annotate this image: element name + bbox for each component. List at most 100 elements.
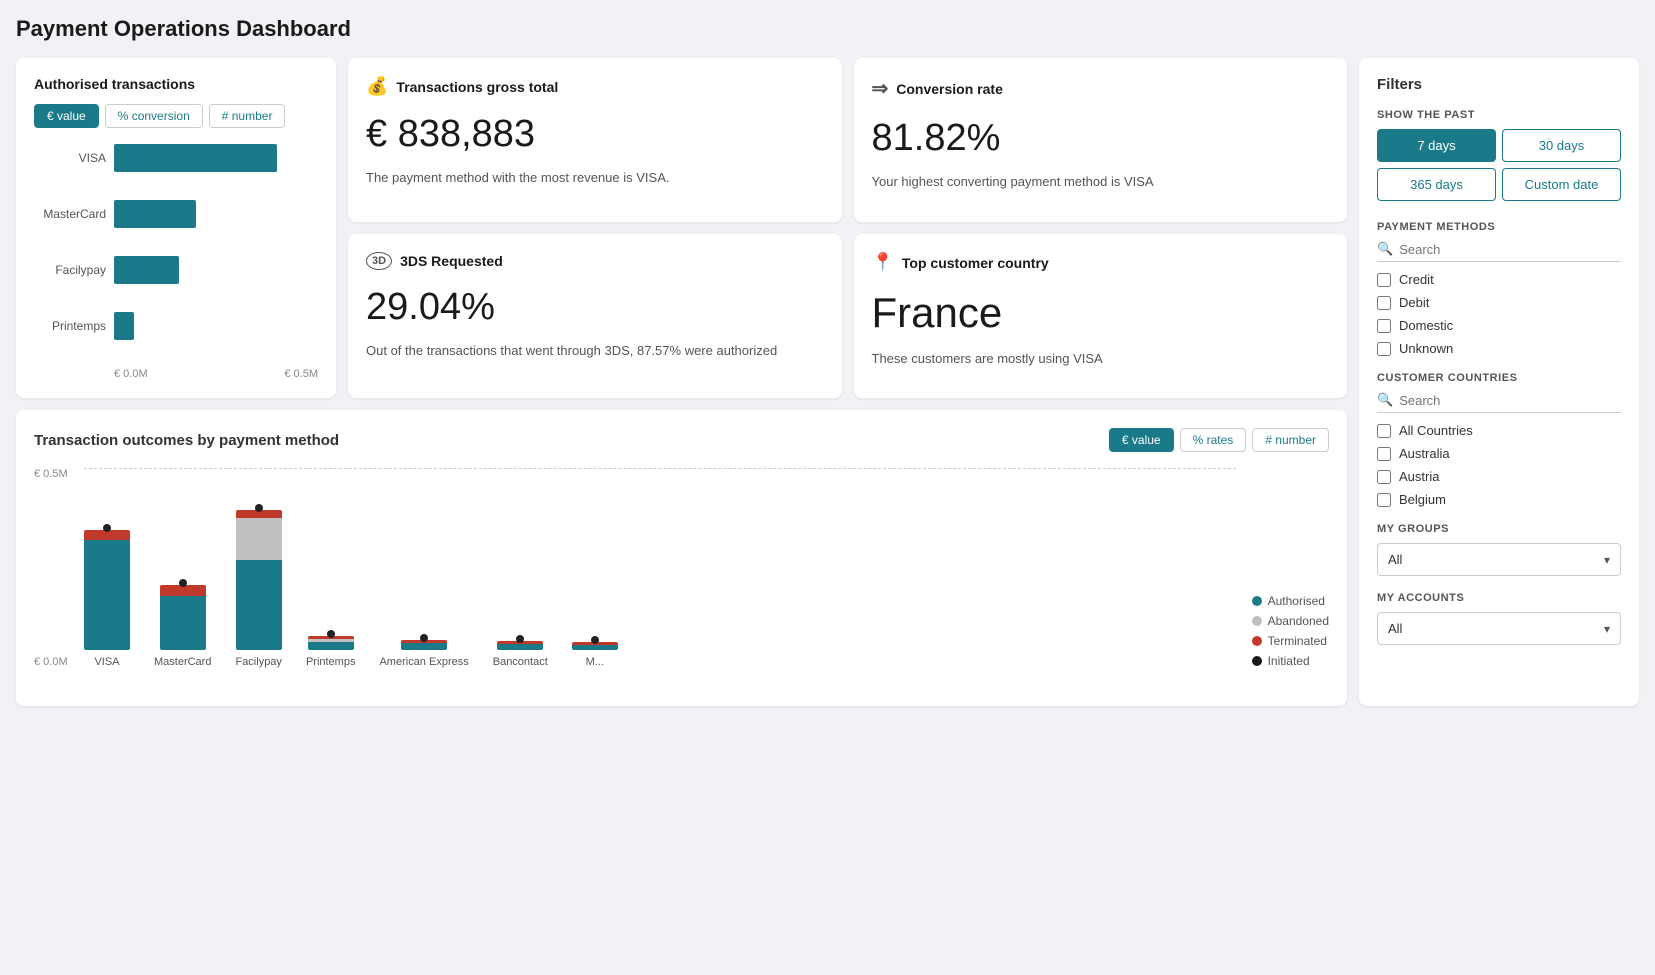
payment-methods-label: PAYMENT METHODS: [1377, 221, 1621, 233]
legend-dot-initiated: [1252, 656, 1262, 666]
country-option-australia[interactable]: Australia: [1377, 446, 1621, 461]
bar-track: [114, 312, 318, 340]
outcomes-card: Transaction outcomes by payment method €…: [16, 410, 1347, 706]
checkbox-debit[interactable]: [1377, 296, 1391, 310]
payment-search-input[interactable]: [1399, 242, 1621, 257]
payment-option-debit[interactable]: Debit: [1377, 295, 1621, 310]
country-search-icon: 🔍: [1377, 392, 1393, 408]
bar-axis: € 0.0M € 0.5M: [34, 368, 318, 380]
seg-authorized: [572, 645, 618, 650]
payment-option-credit[interactable]: Credit: [1377, 272, 1621, 287]
arrow-icon: ⇒: [872, 76, 889, 101]
bar-label: Facilypay: [34, 263, 106, 277]
chart-xlabel-bancontact: Bancontact: [493, 656, 548, 668]
chart-xlabel-mastercard: MasterCard: [154, 656, 211, 668]
chart-xlabel-amex: American Express: [379, 656, 468, 668]
country-option-belgium[interactable]: Belgium: [1377, 492, 1621, 507]
gross-description: The payment method with the most revenue…: [366, 168, 824, 188]
axis-max: € 0.5M: [284, 368, 318, 380]
chart-group-printemps: Printemps: [306, 636, 356, 668]
checkbox-australia[interactable]: [1377, 447, 1391, 461]
auth-toggle-conversion[interactable]: % conversion: [105, 104, 203, 128]
my-groups-label: MY GROUPS: [1377, 523, 1621, 535]
checkbox-domestic[interactable]: [1377, 319, 1391, 333]
outcomes-toggle-rates[interactable]: % rates: [1180, 428, 1247, 452]
bar-fill: [114, 200, 196, 228]
outcomes-toggle-value[interactable]: € value: [1109, 428, 1174, 452]
country-search-input[interactable]: [1399, 393, 1621, 408]
conversion-card-title: ⇒ Conversion rate: [872, 76, 1330, 101]
outcomes-toggle-number[interactable]: # number: [1252, 428, 1329, 452]
payment-option-domestic[interactable]: Domestic: [1377, 318, 1621, 333]
seg-abandoned: [236, 518, 282, 560]
label-credit: Credit: [1399, 272, 1434, 287]
chart-xlabel-printemps: Printemps: [306, 656, 356, 668]
period-custom[interactable]: Custom date: [1502, 168, 1621, 201]
label-unknown: Unknown: [1399, 341, 1453, 356]
chart-xlabel-visa: VISA: [94, 656, 119, 668]
label-debit: Debit: [1399, 295, 1429, 310]
legend-label-terminated: Terminated: [1268, 634, 1327, 648]
checkbox-credit[interactable]: [1377, 273, 1391, 287]
tds-title-text: 3DS Requested: [400, 253, 503, 269]
legend-label-abandoned: Abandoned: [1268, 614, 1329, 628]
page-title: Payment Operations Dashboard: [16, 16, 1639, 42]
col3-stack: ⇒ Conversion rate 81.82% Your highest co…: [854, 58, 1348, 398]
money-bag-icon: 💰: [366, 76, 388, 97]
chart-group-m: M...: [572, 642, 618, 668]
checkbox-all-countries[interactable]: [1377, 424, 1391, 438]
seg-authorized: [308, 642, 354, 650]
top-country-value: France: [872, 289, 1330, 337]
label-australia: Australia: [1399, 446, 1450, 461]
period-30days[interactable]: 30 days: [1502, 129, 1621, 162]
bar-label: MasterCard: [34, 207, 106, 221]
my-accounts-label: MY ACCOUNTS: [1377, 592, 1621, 604]
bar-track: [114, 144, 318, 172]
dot-initiated: [179, 579, 187, 587]
country-option-all[interactable]: All Countries: [1377, 423, 1621, 438]
auth-toggle-number[interactable]: # number: [209, 104, 286, 128]
checkbox-austria[interactable]: [1377, 470, 1391, 484]
payment-option-unknown[interactable]: Unknown: [1377, 341, 1621, 356]
country-option-austria[interactable]: Austria: [1377, 469, 1621, 484]
conversion-value: 81.82%: [872, 117, 1330, 160]
tds-description: Out of the transactions that went throug…: [366, 341, 824, 361]
period-buttons-group: 7 days 30 days 365 days Custom date: [1377, 129, 1621, 201]
countries-label: CUSTOMER COUNTRIES: [1377, 372, 1621, 384]
my-groups-value: All: [1388, 552, 1402, 567]
label-belgium: Belgium: [1399, 492, 1446, 507]
legend-initiated: Initiated: [1252, 654, 1329, 668]
stacked-bar-mastercard: [160, 585, 206, 650]
stacked-bar-facilypay: [236, 510, 282, 650]
checkbox-belgium[interactable]: [1377, 493, 1391, 507]
dot-initiated: [255, 504, 263, 512]
y-axis-bottom: € 0.0M: [34, 656, 68, 668]
outcomes-title: Transaction outcomes by payment method: [34, 432, 339, 449]
my-groups-dropdown[interactable]: All ▾: [1377, 543, 1621, 576]
auth-card-title: Authorised transactions: [34, 76, 318, 92]
legend-terminated: Terminated: [1252, 634, 1329, 648]
top-country-description: These customers are mostly using VISA: [872, 349, 1330, 369]
period-365days[interactable]: 365 days: [1377, 168, 1496, 201]
label-domestic: Domestic: [1399, 318, 1453, 333]
chart-group-visa: VISA: [84, 530, 130, 668]
my-accounts-dropdown[interactable]: All ▾: [1377, 612, 1621, 645]
dot-initiated: [103, 524, 111, 532]
tds-card-title: 3D 3DS Requested: [366, 252, 824, 270]
top-country-title: 📍 Top customer country: [872, 252, 1330, 273]
period-7days[interactable]: 7 days: [1377, 129, 1496, 162]
col2-stack: 💰 Transactions gross total € 838,883 The…: [348, 58, 842, 398]
tds-card: 3D 3DS Requested 29.04% Out of the trans…: [348, 234, 842, 398]
country-search-wrap: 🔍: [1377, 392, 1621, 413]
dot-initiated: [516, 635, 524, 643]
top-country-title-text: Top customer country: [902, 255, 1049, 271]
outcomes-chart-container: € 0.5M € 0.0M VISA: [34, 468, 1329, 688]
seg-authorized: [497, 644, 543, 650]
authorised-transactions-card: Authorised transactions € value % conver…: [16, 58, 336, 398]
legend-dot-authorized: [1252, 596, 1262, 606]
chart-legend: Authorised Abandoned Terminated Initiate…: [1236, 594, 1329, 688]
stacked-bar-printemps: [308, 636, 354, 650]
chart-group-mastercard: MasterCard: [154, 585, 211, 668]
auth-toggle-value[interactable]: € value: [34, 104, 99, 128]
checkbox-unknown[interactable]: [1377, 342, 1391, 356]
